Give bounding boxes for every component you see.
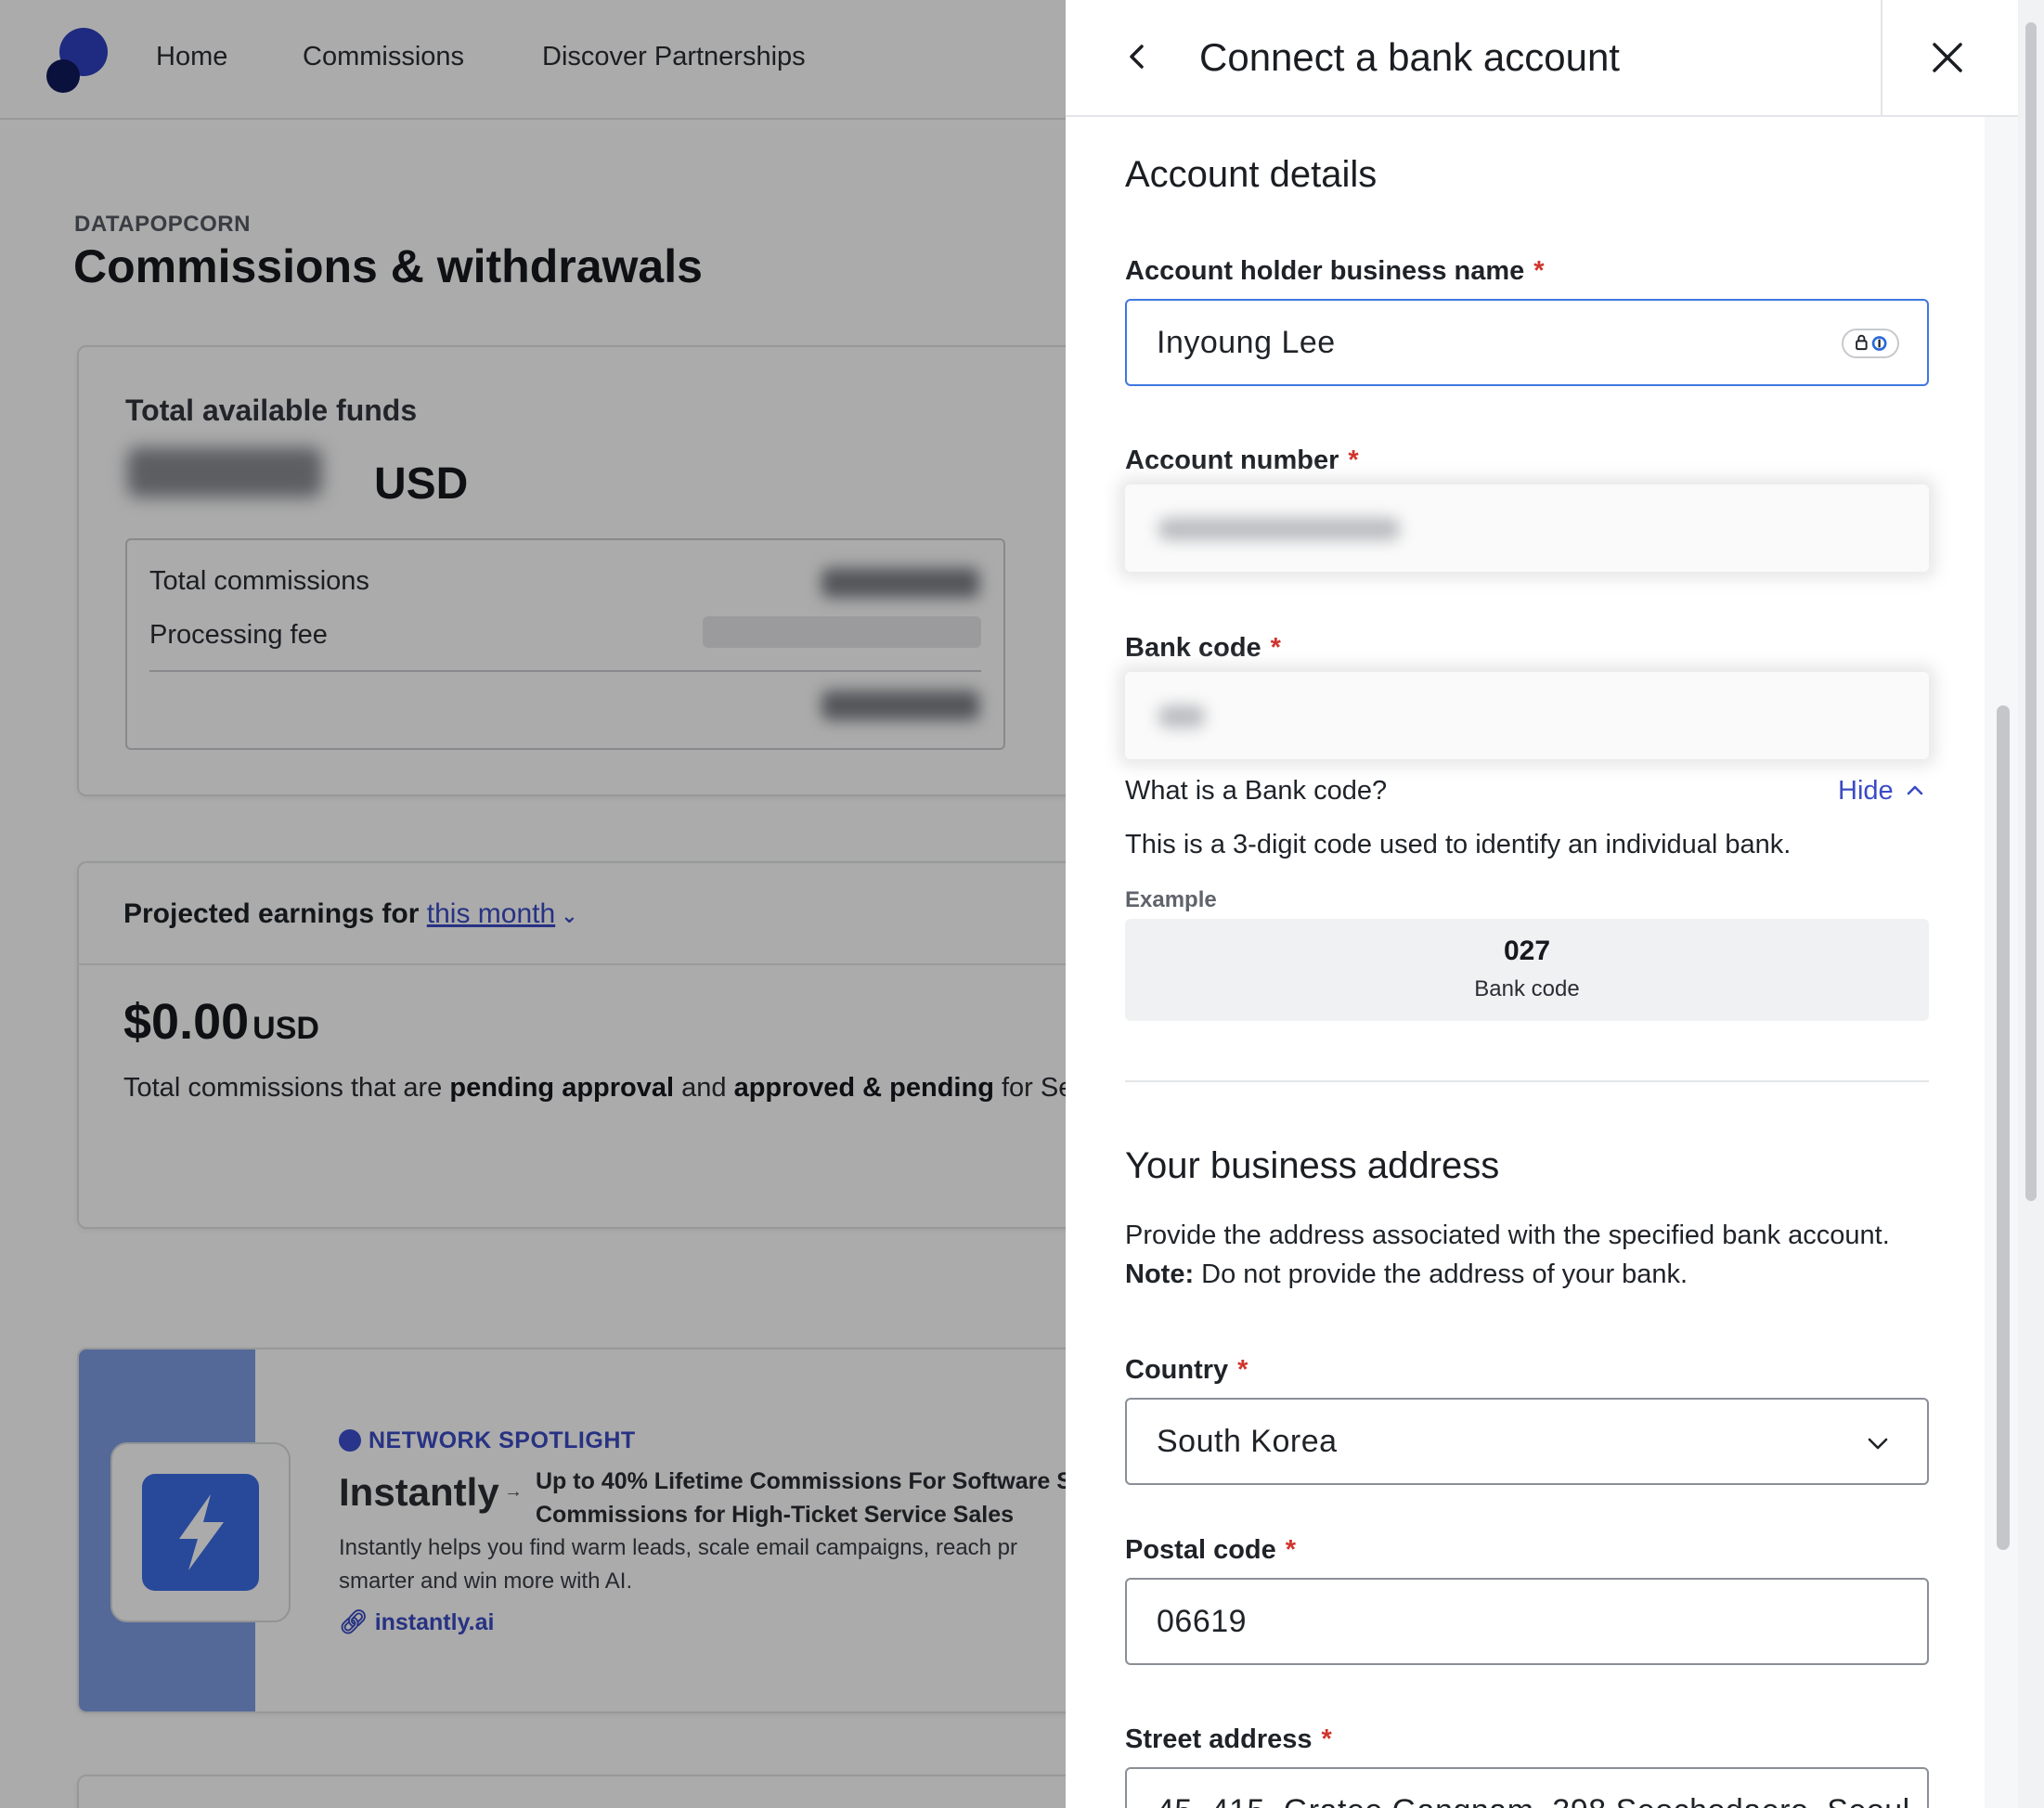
drawer-header: Connect a bank account: [1066, 0, 2044, 117]
hide-help-text[interactable]: Hide: [1838, 776, 1894, 806]
street-address-value[interactable]: 45, 415, Gratee Gangnam, 398 Seochodaero…: [1157, 1793, 1910, 1808]
drawer-title: Connect a bank account: [1199, 35, 1620, 79]
password-manager-icon[interactable]: [1842, 329, 1899, 358]
example-caption: Bank code: [1474, 976, 1580, 1001]
account-details-heading: Account details: [1125, 154, 1378, 195]
header-separator: [1881, 0, 1882, 117]
required-asterisk: *: [1533, 256, 1545, 286]
bank-code-help-answer: This is a 3-digit code used to identify …: [1125, 830, 1792, 859]
note-label: Note:: [1125, 1259, 1195, 1289]
drawer-scrollbar-thumb[interactable]: [1997, 705, 2010, 1550]
postal-code-value[interactable]: 06619: [1157, 1604, 1247, 1640]
example-code: 027: [1503, 936, 1551, 966]
example-label: Example: [1125, 887, 1217, 912]
bank-code-label: Bank code *: [1125, 633, 1281, 664]
business-address-heading: Your business address: [1125, 1145, 1500, 1186]
postal-code-label-text: Postal code: [1125, 1535, 1276, 1565]
required-asterisk: *: [1285, 1535, 1297, 1565]
account-holder-label-text: Account holder business name: [1125, 256, 1525, 286]
required-asterisk: *: [1348, 446, 1359, 475]
bank-code-help-question: What is a Bank code?: [1125, 776, 1388, 806]
business-address-note: Note: Do not provide the address of your…: [1125, 1255, 1890, 1294]
bank-code-value-redacted: [1158, 705, 1205, 728]
business-address-desc-text: Provide the address associated with the …: [1125, 1220, 1890, 1250]
postal-code-label: Postal code *: [1125, 1535, 1296, 1566]
modal-backdrop[interactable]: [0, 0, 1066, 1808]
back-chevron-icon[interactable]: [1114, 33, 1160, 80]
account-number-input-redacted[interactable]: [1125, 484, 1929, 572]
business-address-description: Provide the address associated with the …: [1125, 1216, 1890, 1294]
required-asterisk: *: [1270, 633, 1281, 663]
postal-code-input[interactable]: 06619: [1125, 1578, 1929, 1665]
hide-help-toggle[interactable]: Hide: [1838, 776, 1925, 807]
account-holder-value[interactable]: Inyoung Lee: [1157, 325, 1336, 361]
bank-code-example-box: 027 Bank code: [1125, 919, 1929, 1021]
required-asterisk: *: [1321, 1724, 1332, 1754]
country-label: Country *: [1125, 1355, 1248, 1386]
country-label-text: Country: [1125, 1355, 1229, 1385]
chevron-up-icon[interactable]: [1905, 782, 1925, 797]
account-number-label-text: Account number: [1125, 446, 1339, 475]
account-holder-label: Account holder business name *: [1125, 256, 1545, 287]
chevron-down-icon[interactable]: [1866, 1431, 1890, 1455]
close-icon[interactable]: [1923, 33, 1972, 82]
country-select[interactable]: South Korea: [1125, 1398, 1929, 1485]
page-scrollbar-thumb[interactable]: [2025, 22, 2037, 1201]
account-number-value-redacted: [1158, 518, 1400, 540]
street-address-input[interactable]: 45, 415, Gratee Gangnam, 398 Seochodaero…: [1125, 1767, 1929, 1808]
bank-code-label-text: Bank code: [1125, 633, 1261, 663]
account-holder-input[interactable]: Inyoung Lee: [1125, 299, 1929, 386]
country-selected-value[interactable]: South Korea: [1157, 1424, 1338, 1460]
account-number-label: Account number *: [1125, 446, 1359, 476]
street-address-label-text: Street address: [1125, 1724, 1313, 1754]
street-address-label: Street address *: [1125, 1724, 1332, 1755]
section-divider: [1125, 1080, 1929, 1082]
bank-code-input-redacted[interactable]: [1125, 672, 1929, 759]
required-asterisk: *: [1237, 1355, 1248, 1385]
note-text: Do not provide the address of your bank.: [1201, 1259, 1688, 1289]
connect-bank-drawer: Connect a bank account Account details A…: [1066, 0, 2044, 1808]
